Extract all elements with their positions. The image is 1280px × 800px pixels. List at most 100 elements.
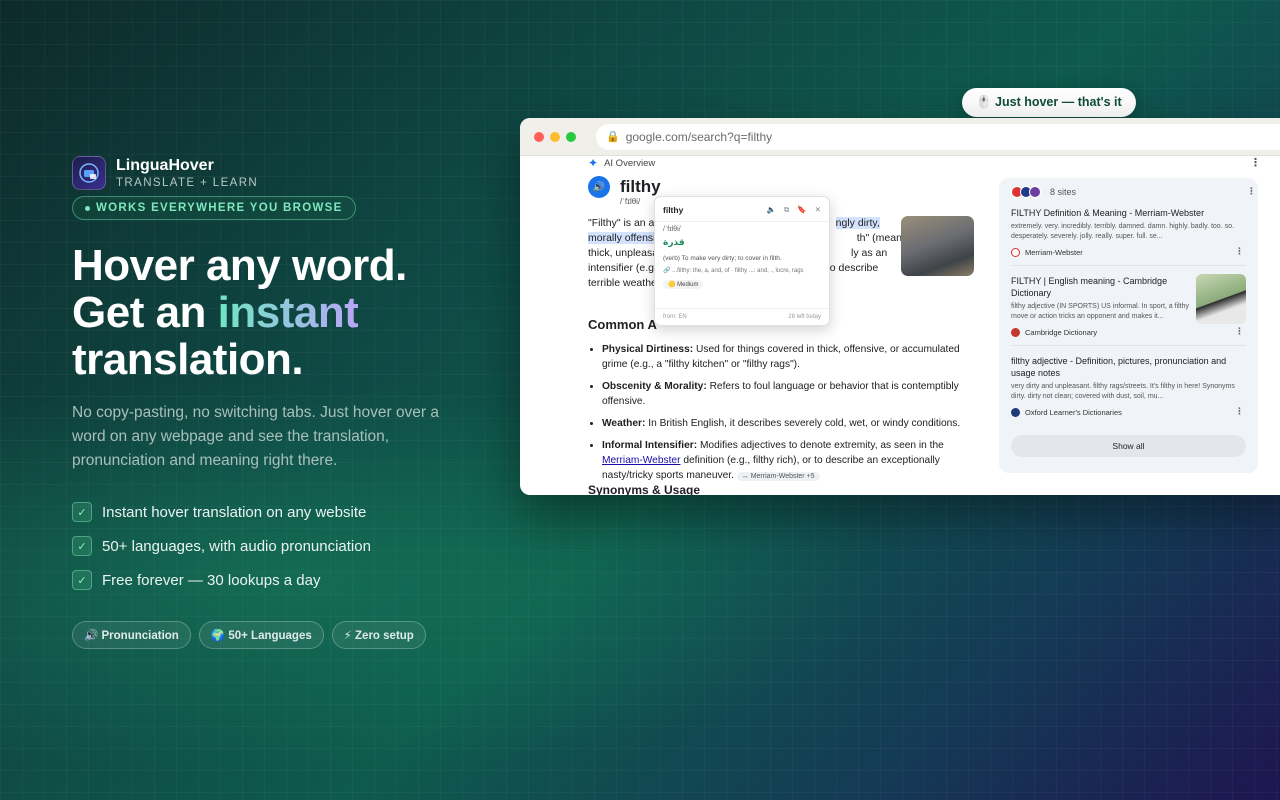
more-options-icon[interactable]: ⋮ bbox=[1235, 246, 1244, 257]
feature-label: Instant hover translation on any website bbox=[102, 503, 367, 521]
para-text: intensifier (e.g. bbox=[588, 262, 657, 274]
result-snippet: filthy adjective (IN SPORTS) US informal… bbox=[1011, 303, 1190, 320]
street-photo-thumbnail[interactable] bbox=[901, 216, 974, 276]
maximize-window-icon[interactable] bbox=[566, 131, 576, 142]
chip-zero-setup: ⚡ Zero setup bbox=[331, 621, 426, 649]
result-snippet: very dirty and unpleasant. filthy rags/s… bbox=[1011, 383, 1235, 400]
address-bar[interactable]: 🔒 google.com/search?q=filthy bbox=[596, 123, 1280, 150]
result-title[interactable]: FILTHY | English meaning - Cambridge Dic… bbox=[1011, 275, 1191, 299]
para-text: "Filthy" is an ac bbox=[588, 217, 660, 229]
usage-list: Physical Dirtiness: Used for things cove… bbox=[588, 342, 978, 484]
oxford-icon bbox=[1029, 186, 1041, 198]
headline-line1: Hover any word. bbox=[72, 241, 407, 290]
app-logo-icon bbox=[72, 156, 106, 190]
source-result[interactable]: filthy adjective - Definition, pictures,… bbox=[1011, 346, 1246, 425]
close-window-icon[interactable] bbox=[534, 131, 544, 142]
para-highlight: morally offensiv bbox=[588, 232, 661, 244]
para-text: ly as an bbox=[851, 247, 888, 259]
person-photo-thumbnail[interactable] bbox=[1196, 274, 1246, 324]
hover-callout: 🖱️ Just hover — that's it bbox=[962, 88, 1136, 117]
feature-list: ✓ Instant hover translation on any websit… bbox=[72, 495, 502, 597]
source-result[interactable]: FILTHY | English meaning - Cambridge Dic… bbox=[1011, 266, 1246, 346]
para-text: to describe bbox=[826, 262, 879, 274]
feature-label: Free forever — 30 lookups a day bbox=[102, 571, 321, 589]
ai-overview-label: AI Overview bbox=[604, 157, 656, 169]
oxford-icon bbox=[1011, 408, 1020, 417]
merriam-webster-icon bbox=[1011, 248, 1020, 257]
sites-count: 8 sites bbox=[1050, 187, 1077, 197]
source-language: from: EN bbox=[663, 314, 687, 320]
more-options-icon[interactable]: ⋮ bbox=[1247, 186, 1256, 197]
result-source: Merriam-Webster bbox=[1011, 248, 1246, 257]
word-header: 🔊 filthy bbox=[588, 176, 978, 198]
translation-popup: filthy 🔈 ⧉ 🔖 ✕ /ˈfɪlθi/ قذرة (verb) To m… bbox=[654, 196, 830, 326]
usage-term: Obscenity & Morality: bbox=[602, 381, 707, 392]
source-name: Cambridge Dictionary bbox=[1025, 328, 1098, 337]
popup-footer: from: EN 28 left today bbox=[655, 308, 829, 325]
result-source: Oxford Learner's Dictionaries bbox=[1011, 408, 1246, 417]
close-icon[interactable]: ✕ bbox=[815, 205, 821, 215]
works-everywhere-badge: WORKS EVERYWHERE YOU BROWSE bbox=[72, 196, 356, 220]
page-content: ✦ AI Overview ⋮ 🔊 filthy /ˈfɪlθi/ "Filth… bbox=[520, 156, 1280, 495]
brand-name: LinguaHover bbox=[116, 156, 214, 174]
hero-section: LinguaHover TRANSLATE + LEARN WORKS EVER… bbox=[72, 156, 502, 649]
feature-chips: 🔊 Pronunciation 🌍 50+ Languages ⚡ Zero s… bbox=[72, 621, 502, 649]
browser-window: 🔒 google.com/search?q=filthy ✦ AI Overvi… bbox=[520, 118, 1280, 495]
source-name: Merriam-Webster bbox=[1025, 248, 1083, 257]
headline-accent: instant bbox=[217, 288, 359, 337]
result-source: Cambridge Dictionary bbox=[1011, 328, 1246, 337]
source-avatars bbox=[1011, 186, 1041, 198]
source-result[interactable]: FILTHY Definition & Meaning - Merriam-We… bbox=[1011, 198, 1246, 266]
popup-word: filthy bbox=[663, 205, 684, 215]
result-title[interactable]: filthy adjective - Definition, pictures,… bbox=[1011, 355, 1246, 379]
result-title[interactable]: FILTHY Definition & Meaning - Merriam-We… bbox=[1011, 207, 1246, 219]
usage-item: Weather: In British English, it describe… bbox=[602, 416, 978, 431]
ai-overview-header: ✦ AI Overview bbox=[588, 156, 655, 170]
usage-term: Informal Intensifier: bbox=[602, 440, 698, 451]
feature-label: 50+ languages, with audio pronunciation bbox=[102, 537, 371, 555]
hero-subtext: No copy-pasting, no switching tabs. Just… bbox=[72, 404, 440, 469]
source-chip[interactable]: ↔ Merriam-Webster +5 bbox=[736, 472, 820, 481]
popup-body: /ˈfɪlθi/ قذرة (verb) To make very dirty;… bbox=[655, 222, 829, 293]
usage-item: Physical Dirtiness: Used for things cove… bbox=[602, 342, 978, 372]
popup-phonetic: /ˈfɪlθi/ bbox=[663, 226, 681, 233]
usage-term: Physical Dirtiness: bbox=[602, 344, 694, 355]
check-icon: ✓ bbox=[72, 502, 92, 522]
more-options-icon[interactable]: ⋮ bbox=[1235, 326, 1244, 337]
usage-item: Obscenity & Morality: Refers to foul lan… bbox=[602, 379, 978, 409]
headline: Hover any word. Get an instant translati… bbox=[72, 242, 502, 383]
more-options-icon[interactable]: ⋮ bbox=[1250, 156, 1261, 169]
brand-tagline: TRANSLATE + LEARN bbox=[116, 176, 259, 189]
headline-line3: translation. bbox=[72, 335, 304, 384]
para-text: terrible weathe bbox=[588, 277, 657, 289]
speaker-icon[interactable]: 🔊 bbox=[588, 176, 610, 198]
usage-item: Informal Intensifier: Modifies adjective… bbox=[602, 438, 978, 484]
popup-header: filthy 🔈 ⧉ 🔖 ✕ bbox=[655, 197, 829, 222]
copy-icon[interactable]: ⧉ bbox=[784, 205, 789, 215]
chip-pronunciation: 🔊 Pronunciation bbox=[72, 621, 191, 649]
difficulty-badge: 🟡 Medium bbox=[663, 280, 704, 289]
show-all-button[interactable]: Show all bbox=[1011, 435, 1246, 457]
status-dot-icon bbox=[85, 205, 90, 211]
search-word: filthy bbox=[620, 177, 661, 196]
minimize-window-icon[interactable] bbox=[550, 131, 560, 142]
synonyms-title: Synonyms & Usage bbox=[588, 483, 701, 495]
speaker-icon[interactable]: 🔈 bbox=[767, 205, 776, 215]
feature-item: ✓ Instant hover translation on any websit… bbox=[72, 495, 502, 529]
lock-icon: 🔒 bbox=[606, 131, 620, 143]
chip-languages: 🌍 50+ Languages bbox=[198, 621, 324, 649]
popup-example: 🔗 ...filthy: the, a, and, of · filthy ..… bbox=[663, 268, 804, 274]
merriam-webster-link[interactable]: Merriam-Webster bbox=[602, 455, 681, 466]
usage-text: In British English, it describes severel… bbox=[645, 418, 961, 429]
works-pill-label: WORKS EVERYWHERE YOU BROWSE bbox=[96, 202, 343, 214]
para-highlight: ngly dirty, bbox=[835, 217, 880, 229]
headline-line2-prefix: Get an bbox=[72, 288, 218, 337]
usage-text: Modifies adjectives to denote extremity,… bbox=[697, 440, 944, 451]
feature-item: ✓ Free forever — 30 lookups a day bbox=[72, 563, 502, 597]
feature-item: ✓ 50+ languages, with audio pronunciation bbox=[72, 529, 502, 563]
bookmark-icon[interactable]: 🔖 bbox=[797, 205, 806, 215]
sources-header: 8 sites ⋮ bbox=[1011, 186, 1256, 198]
brand: LinguaHover TRANSLATE + LEARN bbox=[72, 156, 502, 190]
sources-panel: 8 sites ⋮ FILTHY Definition & Meaning - … bbox=[999, 178, 1258, 473]
more-options-icon[interactable]: ⋮ bbox=[1235, 406, 1244, 417]
